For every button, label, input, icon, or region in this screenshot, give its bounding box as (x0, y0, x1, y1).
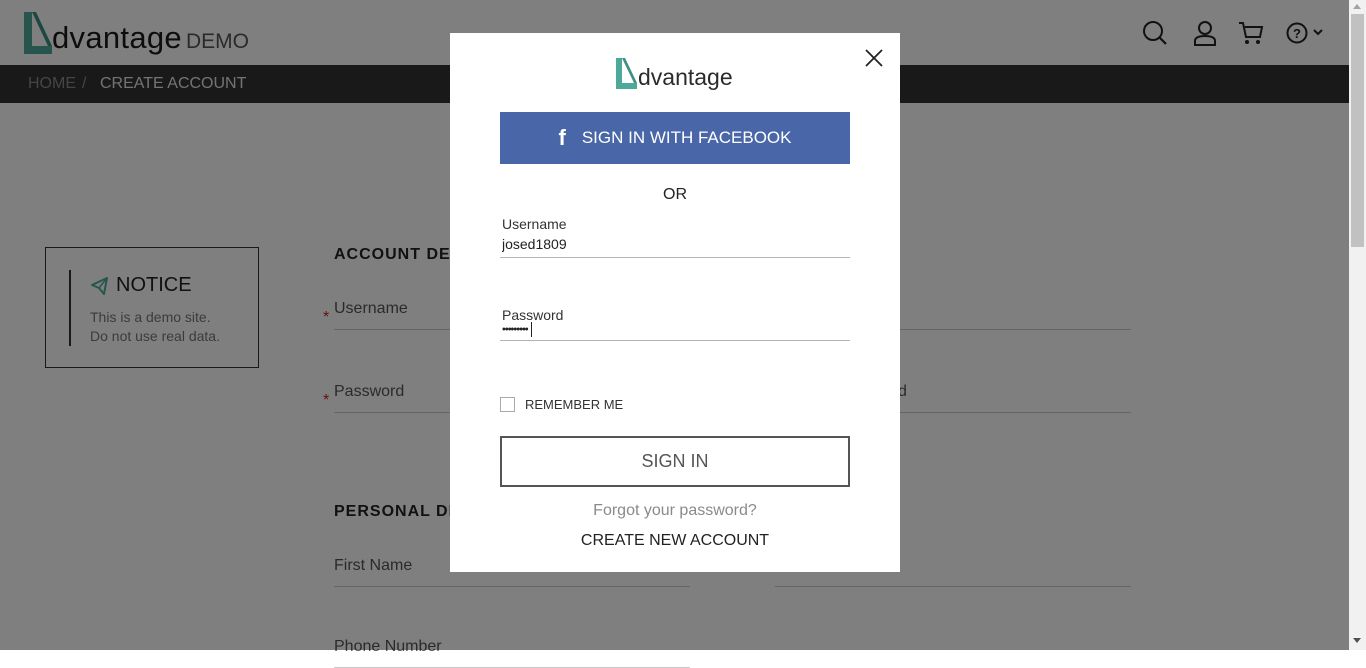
password-label: Password (502, 307, 564, 323)
username-input-group[interactable]: Username (500, 212, 850, 258)
forgot-password-link[interactable]: Forgot your password? (450, 502, 900, 520)
page-scrollbar[interactable] (1349, 0, 1366, 650)
or-divider: OR (663, 186, 687, 203)
password-mask: ••••••••• (502, 323, 529, 336)
facebook-signin-label: SIGN IN WITH FACEBOOK (581, 128, 792, 147)
login-modal: dvantage f SIGN IN WITH FACEBOOK OR User… (450, 33, 900, 572)
scroll-up-arrow[interactable] (1353, 4, 1361, 9)
create-account-link[interactable]: CREATE NEW ACCOUNT (450, 532, 900, 550)
username-input[interactable] (502, 236, 842, 252)
modal-logo: dvantage (615, 57, 733, 90)
logo-mark-icon (616, 58, 637, 89)
scroll-down-arrow[interactable] (1353, 638, 1361, 643)
close-icon[interactable] (863, 47, 885, 69)
checkbox-box[interactable] (500, 397, 515, 412)
password-input[interactable]: ••••••••• (502, 322, 532, 337)
remember-me-checkbox[interactable]: REMEMBER ME (500, 397, 623, 412)
scrollbar-thumb[interactable] (1351, 14, 1364, 247)
username-label: Username (502, 216, 567, 232)
password-input-group[interactable]: Password ••••••••• (500, 305, 850, 341)
text-caret (530, 322, 532, 337)
modal-logo-text: dvantage (638, 64, 733, 90)
sign-in-button[interactable]: SIGN IN (500, 436, 850, 487)
facebook-signin-button[interactable]: f SIGN IN WITH FACEBOOK (500, 112, 850, 164)
facebook-icon: f (558, 125, 566, 150)
remember-me-label: REMEMBER ME (525, 397, 624, 412)
